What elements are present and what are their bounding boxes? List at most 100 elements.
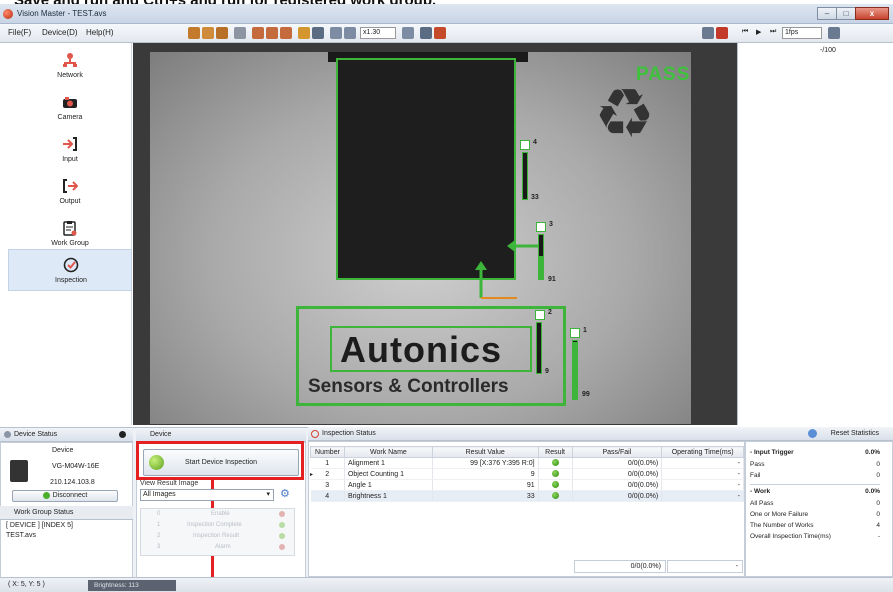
total-operating-time: - <box>667 560 743 573</box>
window-title: Vision Master - TEST.avs <box>17 9 107 18</box>
fail-stat: Fail 0 <box>750 472 880 479</box>
sidebar-item-label: Output <box>59 198 81 205</box>
all-pass-stat: All Pass 0 <box>750 500 880 507</box>
image-viewer[interactable]: PASS ♻ 4 33 3 91 Autonics Sensors & Cont… <box>133 43 737 425</box>
bar-index-2: 2 <box>548 309 552 316</box>
counting-bar-2 <box>536 322 542 374</box>
device-settings-icon[interactable] <box>234 27 246 39</box>
col-result-value[interactable]: Result Value <box>431 446 539 458</box>
settings-gear-icon[interactable]: ⚙ <box>280 489 292 501</box>
brightness-readout: Brightness: 113 <box>88 580 176 591</box>
menu-help[interactable]: Help(H) <box>86 28 114 37</box>
pass-status-icon <box>551 480 559 488</box>
save-file-icon[interactable] <box>216 27 228 39</box>
output-arrow-icon <box>63 179 78 193</box>
failure-stat: One or More Failure 0 <box>750 511 880 518</box>
open-file-icon[interactable] <box>202 27 214 39</box>
table-row[interactable]: 4 Brightness 1 33 0/0(0.0%) - <box>310 490 744 502</box>
row-pointer-icon: ▸ <box>310 472 314 478</box>
menu-file[interactable]: File(F) <box>8 28 31 37</box>
logo-text: Autonics <box>340 329 503 370</box>
col-result[interactable]: Result <box>537 446 573 458</box>
zoom-select[interactable]: x1.30 <box>360 27 396 39</box>
maximize-button[interactable]: □ <box>836 7 856 20</box>
sidebar-item-camera[interactable]: Camera <box>8 87 132 129</box>
device-status-icon <box>4 431 11 438</box>
work-title: - Work 0.0% <box>750 488 880 495</box>
sidebar-item-label: Camera <box>57 114 83 121</box>
io-row: 2 Inspection Result <box>141 533 296 544</box>
sidebar-item-output[interactable]: Output <box>8 171 132 213</box>
zoom-in-icon[interactable] <box>330 27 342 39</box>
device-status-header: Device Status <box>0 428 133 442</box>
status-bar: ( X: 5, Y: 5 ) Brightness: 113 <box>0 577 893 592</box>
title-bar: Vision Master - TEST.avs – □ x <box>0 4 893 24</box>
work-group-line1: [ DEVICE ] [INDEX 5] <box>6 522 73 529</box>
capture-icon[interactable] <box>828 27 840 39</box>
io-status-table: 0 Enable 1 Inspection Complete 2 Inspection… <box>140 508 295 556</box>
fit-window-icon[interactable] <box>402 27 414 39</box>
menu-bar: File(F) Device(D) Help(H) x1.30 ⏮ ▶ ⏭ 1f… <box>0 24 893 43</box>
alignment-arrows-icon <box>475 240 543 299</box>
col-pass-fail[interactable]: Pass/Fail <box>571 446 663 458</box>
fps-select[interactable]: 1fps <box>782 27 822 39</box>
pass-status-icon <box>551 469 559 477</box>
col-work-name[interactable]: Work Name <box>343 446 433 458</box>
alignment-bar-fill-1 <box>572 342 578 400</box>
statistics-header: Reset Statistics <box>745 427 893 441</box>
table-row[interactable]: 3 Angle 1 91 0/0(0.0%) - <box>310 479 744 491</box>
sidebar: Network Camera Input Output Work Group I… <box>8 43 132 425</box>
camera-icon <box>63 97 77 108</box>
work-group-line2: TEST.avs <box>6 532 36 539</box>
split-view-icon[interactable] <box>420 27 432 39</box>
works-count-stat: The Number of Works 4 <box>750 522 880 529</box>
highlight-box <box>136 441 304 480</box>
minimize-button[interactable]: – <box>817 7 837 20</box>
screen-icon[interactable] <box>702 27 714 39</box>
record-icon[interactable] <box>716 27 728 39</box>
pass-status-icon <box>551 491 559 499</box>
divider <box>750 484 880 485</box>
bar-value-4: 33 <box>531 194 539 201</box>
table-row[interactable]: 1 Alignment 1 99 [X:376 Y:395 R:0] 0/0(0… <box>310 457 744 469</box>
table-row[interactable]: 2 Object Counting 1 9 0/0(0.0%) - <box>310 468 744 480</box>
menu-device[interactable]: Device(D) <box>42 28 78 37</box>
zoom-out-icon[interactable] <box>344 27 356 39</box>
inspection-table: Number Work Name Result Value Result Pas… <box>310 446 744 502</box>
sidebar-item-label: Inspection <box>55 277 87 284</box>
sidebar-item-inspection[interactable]: Inspection <box>8 249 132 291</box>
col-number[interactable]: Number <box>310 446 345 458</box>
chevron-down-icon: ▾ <box>266 491 270 498</box>
image-export-icon[interactable] <box>280 27 292 39</box>
sidebar-item-input[interactable]: Input <box>8 129 132 171</box>
new-file-icon[interactable] <box>188 27 200 39</box>
camera-image: PASS ♻ 4 33 3 91 Autonics Sensors & Cont… <box>150 52 691 424</box>
skip-first-icon[interactable]: ⏮ <box>742 28 748 36</box>
overall-time-stat: Overall Inspection Time(ms) - <box>750 533 880 540</box>
clipboard-icon <box>63 221 77 236</box>
warning-icon[interactable] <box>298 27 310 39</box>
reset-statistics-button[interactable]: Reset Statistics <box>831 430 879 437</box>
print-icon[interactable] <box>312 27 324 39</box>
bar-index-4: 4 <box>533 139 537 146</box>
sidebar-item-label: Network <box>57 72 83 79</box>
image-open-icon[interactable] <box>252 27 264 39</box>
image-save-icon[interactable] <box>266 27 278 39</box>
col-operating-time[interactable]: Operating Time(ms) <box>661 446 744 458</box>
sidebar-item-network[interactable]: Network <box>8 45 132 87</box>
view-result-select[interactable]: All Images ▾ <box>140 489 274 501</box>
bar-value-1: 99 <box>582 391 590 398</box>
close-button[interactable]: x <box>855 7 889 20</box>
disconnect-button[interactable]: Disconnect <box>12 490 118 502</box>
bar-value-2: 9 <box>545 368 549 375</box>
layout-icon[interactable] <box>434 27 446 39</box>
device-ip: 210.124.103.8 <box>50 479 95 486</box>
io-row: 1 Inspection Complete <box>141 522 296 533</box>
skip-last-icon[interactable]: ⏭ <box>770 28 776 36</box>
bar-index-3: 3 <box>549 221 553 228</box>
bar-tag-2 <box>535 310 545 320</box>
pass-status-icon <box>551 458 559 466</box>
bar-value-3: 91 <box>548 276 556 283</box>
view-result-label: View Result Image <box>140 480 199 487</box>
play-icon[interactable]: ▶ <box>756 28 761 36</box>
